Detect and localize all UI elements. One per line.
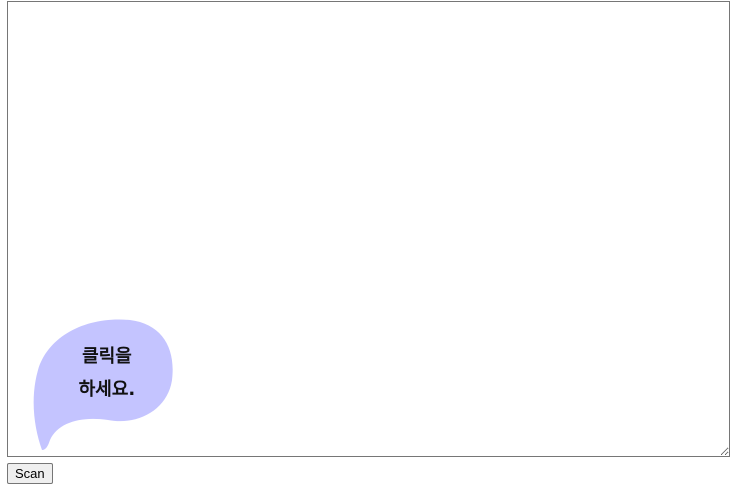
speech-bubble[interactable]: 클릭을 하세요. (30, 318, 176, 454)
scan-button[interactable]: Scan (7, 463, 53, 484)
speech-bubble-line-2: 하세요. (78, 379, 136, 400)
speech-bubble-text: 클릭을 하세요. (66, 340, 148, 406)
speech-bubble-line-1: 클릭을 (82, 346, 132, 367)
